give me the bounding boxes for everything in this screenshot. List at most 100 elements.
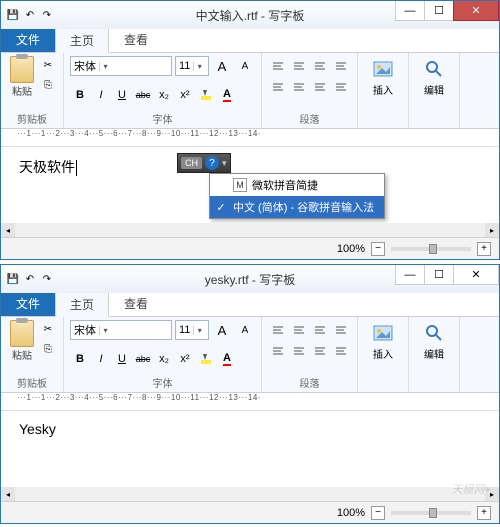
tab-file[interactable]: 文件 [1, 291, 55, 316]
bullets-button[interactable] [310, 320, 330, 340]
decrease-indent-button[interactable] [268, 320, 288, 340]
minimize-button[interactable]: — [395, 265, 425, 285]
ime-toolbar[interactable]: CH?▾ [177, 153, 231, 173]
document-area[interactable]: Yesky [1, 411, 499, 471]
superscript-button[interactable]: x² [175, 349, 195, 369]
align-center-button[interactable] [289, 77, 309, 97]
ime-option[interactable]: ✓中文 (简体) - 谷歌拼音输入法 [210, 196, 384, 218]
horizontal-scrollbar[interactable]: ◂▸ [1, 487, 499, 501]
highlight-button[interactable] [196, 85, 216, 105]
group-edit: 编辑 [409, 53, 460, 128]
increase-indent-button[interactable] [289, 56, 309, 76]
edit-button[interactable]: 编辑 [415, 320, 453, 361]
align-left-button[interactable] [268, 77, 288, 97]
minimize-button[interactable]: — [395, 1, 425, 21]
align-left-button[interactable] [268, 341, 288, 361]
zoom-thumb[interactable] [429, 508, 437, 518]
font-size-select[interactable]: 11▾ [175, 56, 209, 76]
subscript-button[interactable]: x₂ [154, 349, 174, 369]
statusbar: 100%−+ [1, 501, 499, 523]
italic-button[interactable]: I [91, 85, 111, 105]
italic-button[interactable]: I [91, 349, 111, 369]
ribbon-tabs: 文件主页查看 [1, 29, 499, 53]
group-paragraph-label: 段落 [268, 111, 351, 128]
underline-button[interactable]: U [112, 349, 132, 369]
edit-button[interactable]: 编辑 [415, 56, 453, 97]
subscript-button[interactable]: x₂ [154, 85, 174, 105]
zoom-in-button[interactable]: + [477, 506, 491, 520]
grow-font-button[interactable]: A [212, 320, 232, 340]
tab-home[interactable]: 主页 [55, 292, 109, 317]
bullets-button[interactable] [310, 56, 330, 76]
justify-button[interactable] [331, 77, 351, 97]
tab-file[interactable]: 文件 [1, 27, 55, 52]
font-color-button[interactable]: A [217, 349, 237, 369]
zoom-slider[interactable] [391, 247, 471, 251]
group-clipboard: 粘贴✂⎘剪贴板 [1, 53, 64, 128]
align-center-button[interactable] [289, 341, 309, 361]
strike-button[interactable]: abc [133, 85, 153, 105]
bold-button[interactable]: B [70, 349, 90, 369]
cut-button[interactable]: ✂ [39, 56, 57, 74]
zoom-level: 100% [337, 243, 365, 255]
scroll-right-button[interactable]: ▸ [485, 223, 499, 237]
close-button[interactable]: ✕ [453, 1, 499, 21]
paste-button[interactable]: 粘贴 [7, 56, 37, 98]
line-spacing-button[interactable] [331, 320, 351, 340]
redo-icon[interactable]: ↷ [39, 271, 55, 287]
tab-home[interactable]: 主页 [55, 28, 109, 53]
font-color-button[interactable]: A [217, 85, 237, 105]
font-size-select[interactable]: 11▾ [175, 320, 209, 340]
font-name-select[interactable]: 宋体▾ [70, 56, 172, 76]
window-title: 中文输入.rtf - 写字板 [196, 7, 305, 24]
check-icon: ✓ [214, 201, 228, 214]
ime-option[interactable]: M微软拼音简捷 [210, 174, 384, 196]
save-icon[interactable]: 💾 [5, 7, 21, 23]
zoom-in-button[interactable]: + [477, 242, 491, 256]
insert-button[interactable]: 插入 [364, 56, 402, 97]
paste-button[interactable]: 粘贴 [7, 320, 37, 362]
chevron-down-icon[interactable]: ▾ [222, 158, 227, 169]
font-size-value: 11 [179, 324, 190, 336]
highlight-button[interactable] [196, 349, 216, 369]
maximize-button[interactable]: ☐ [424, 265, 454, 285]
help-icon[interactable]: ? [205, 156, 219, 170]
scroll-left-button[interactable]: ◂ [1, 223, 15, 237]
decrease-indent-button[interactable] [268, 56, 288, 76]
line-spacing-button[interactable] [331, 56, 351, 76]
ribbon-tabs: 文件主页查看 [1, 293, 499, 317]
zoom-thumb[interactable] [429, 244, 437, 254]
undo-icon[interactable]: ↶ [22, 7, 38, 23]
horizontal-scrollbar[interactable]: ◂▸ [1, 223, 499, 237]
chevron-down-icon: ▾ [193, 326, 205, 335]
copy-button[interactable]: ⎘ [39, 340, 57, 358]
maximize-button[interactable]: ☐ [424, 1, 454, 21]
zoom-slider[interactable] [391, 511, 471, 515]
tab-view[interactable]: 查看 [109, 27, 163, 52]
align-right-button[interactable] [310, 77, 330, 97]
align-right-button[interactable] [310, 341, 330, 361]
underline-button[interactable]: U [112, 85, 132, 105]
increase-indent-button[interactable] [289, 320, 309, 340]
copy-button[interactable]: ⎘ [39, 76, 57, 94]
strike-button[interactable]: abc [133, 349, 153, 369]
shrink-font-button[interactable]: A [235, 56, 255, 76]
tab-view[interactable]: 查看 [109, 291, 163, 316]
superscript-button[interactable]: x² [175, 85, 195, 105]
zoom-out-button[interactable]: − [371, 242, 385, 256]
bold-button[interactable]: B [70, 85, 90, 105]
document-area[interactable]: 天极软件CH?▾M微软拼音简捷✓中文 (简体) - 谷歌拼音输入法 [1, 147, 499, 207]
insert-button[interactable]: 插入 [364, 320, 402, 361]
shrink-font-button[interactable]: A [235, 320, 255, 340]
scroll-left-button[interactable]: ◂ [1, 487, 15, 501]
cut-button[interactable]: ✂ [39, 320, 57, 338]
save-icon[interactable]: 💾 [5, 271, 21, 287]
undo-icon[interactable]: ↶ [22, 271, 38, 287]
redo-icon[interactable]: ↷ [39, 7, 55, 23]
close-button[interactable]: ✕ [453, 265, 499, 285]
justify-button[interactable] [331, 341, 351, 361]
zoom-out-button[interactable]: − [371, 506, 385, 520]
font-name-select[interactable]: 宋体▾ [70, 320, 172, 340]
ime-badge: CH [181, 157, 202, 169]
grow-font-button[interactable]: A [212, 56, 232, 76]
